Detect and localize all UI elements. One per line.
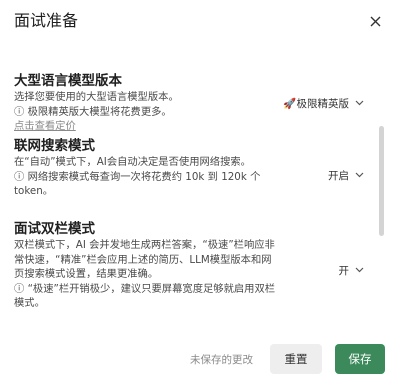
web-search-desc: 在“自动”模式下，AI会自动决定是否使用网络搜索。 <box>14 156 251 168</box>
dialog-footer: 未保存的更改 重置 保存 <box>0 340 400 380</box>
dialog-title: 面试准备 <box>14 11 79 30</box>
dual-column-select[interactable]: 开 <box>339 261 365 279</box>
reset-button[interactable]: 重置 <box>270 344 322 374</box>
dual-column-section: 面试双栏模式 双栏模式下，AI 会并发地生成两栏答案，“极速”栏响应非常快速，“… <box>14 220 376 311</box>
scrollbar-thumb[interactable] <box>379 126 384 236</box>
close-button[interactable] <box>364 10 386 32</box>
model-version-select[interactable]: 🚀极限精英版 <box>283 94 364 112</box>
unsaved-changes-text: 未保存的更改 <box>190 354 253 366</box>
model-version-note: ⓘ 极限精英版大模型将花费更多。 <box>14 105 172 118</box>
dual-column-note: ⓘ “极速”栏开销极少，建议只要屏幕宽度足够就启用双栏模式。 <box>14 282 276 310</box>
chevron-down-icon <box>355 172 364 178</box>
dual-column-select-value: 开 <box>338 264 350 277</box>
web-search-section: 联网搜索模式 在“自动”模式下，AI会自动决定是否使用网络搜索。 ⓘ 网络搜索模… <box>14 137 376 199</box>
interview-prep-dialog: 面试准备 大型语言模型版本 选择您要使用的大型语言模型版本。 ⓘ 极限精英版大模… <box>0 0 400 384</box>
save-button[interactable]: 保存 <box>335 344 385 374</box>
model-version-title: 大型语言模型版本 <box>14 73 122 89</box>
web-search-note: ⓘ 网络搜索模式每查询一次将花费约 10k 到 120k 个 token。 <box>14 170 261 198</box>
dialog-header: 面试准备 <box>14 10 386 32</box>
chevron-down-icon <box>355 100 364 106</box>
web-search-select[interactable]: 开启 <box>328 166 364 184</box>
model-version-desc: 选择您要使用的大型语言模型版本。 <box>14 91 179 103</box>
web-search-title: 联网搜索模式 <box>14 138 95 154</box>
chevron-down-icon <box>355 267 364 273</box>
model-version-select-value: 🚀极限精英版 <box>283 97 349 110</box>
pricing-link[interactable]: 点击查看定价 <box>14 119 376 134</box>
close-icon <box>370 16 380 26</box>
dual-column-desc: 双栏模式下，AI 会并发地生成两栏答案，“极速”栏响应非常快速，“精准”栏会应用… <box>14 239 275 280</box>
settings-content[interactable]: 大型语言模型版本 选择您要使用的大型语言模型版本。 ⓘ 极限精英版大模型将花费更… <box>0 60 400 334</box>
web-search-select-value: 开启 <box>328 169 349 182</box>
dual-column-title: 面试双栏模式 <box>14 221 95 237</box>
model-version-section: 大型语言模型版本 选择您要使用的大型语言模型版本。 ⓘ 极限精英版大模型将花费更… <box>14 72 376 134</box>
